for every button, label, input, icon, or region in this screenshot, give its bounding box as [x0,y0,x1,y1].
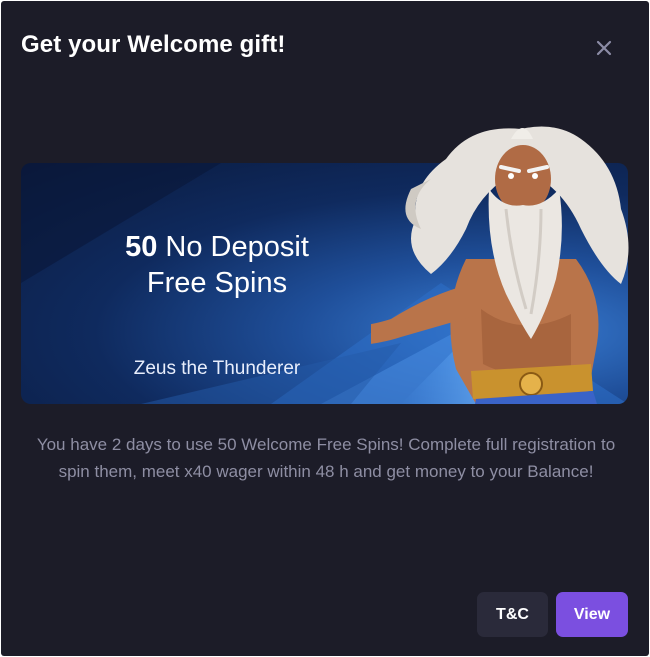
zeus-illustration [371,126,629,404]
welcome-gift-modal: Get your Welcome gift! 50 No Deposit Fre… [1,1,649,656]
game-name: Zeus the Thunderer [133,358,301,379]
close-icon[interactable] [592,36,616,60]
spins-count: 50 [125,231,158,263]
banner-headline: 50 No Deposit Free Spins [57,229,377,301]
tc-button[interactable]: T&C [477,592,548,637]
headline-text: No Deposit [165,231,309,263]
promo-description: You have 2 days to use 50 Welcome Free S… [36,435,616,481]
modal-title: Get your Welcome gift! [21,31,286,58]
view-button[interactable]: View [556,592,628,637]
headline-line2: Free Spins [146,267,288,299]
